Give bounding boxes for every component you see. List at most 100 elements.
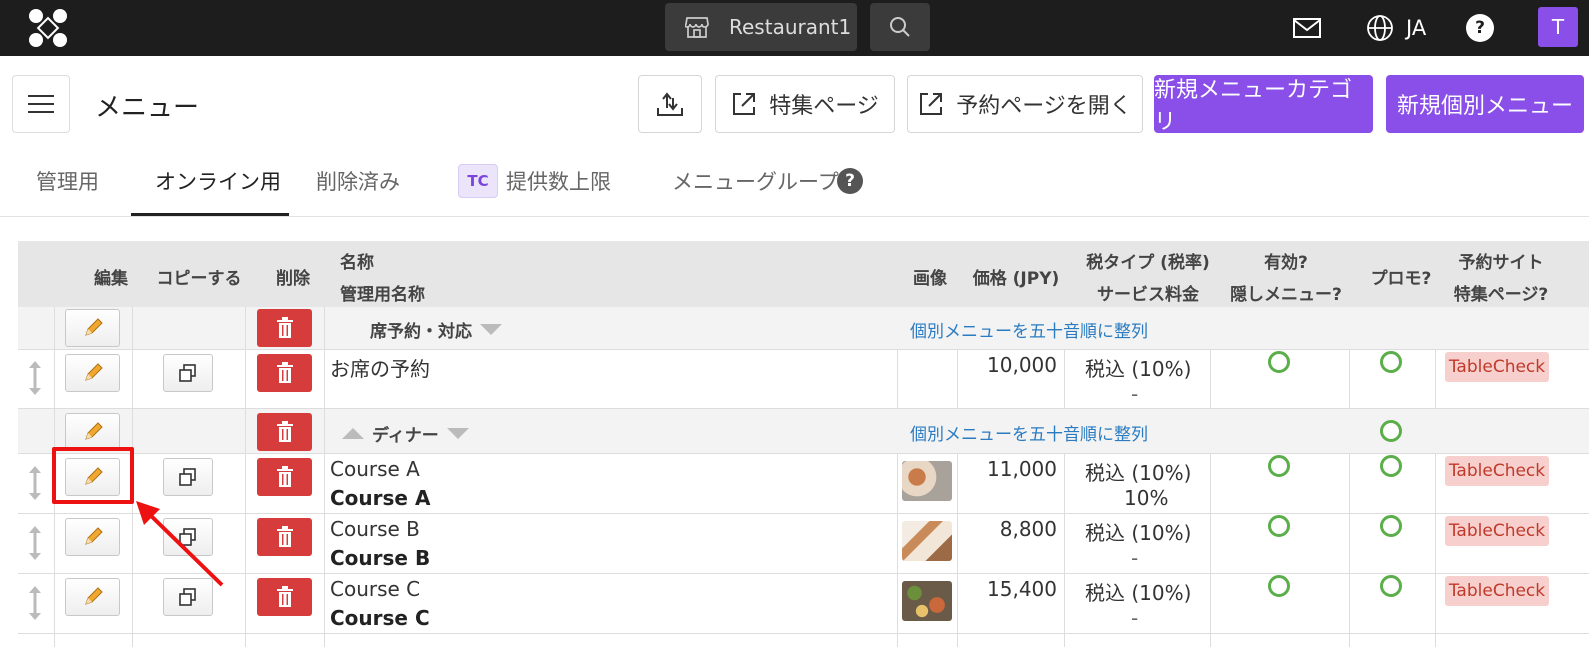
promo-indicator <box>1380 515 1402 537</box>
tc-badge: TC <box>458 164 498 198</box>
external-link-icon <box>733 93 756 115</box>
active-indicator <box>1268 575 1290 597</box>
app-logo[interactable] <box>28 8 68 48</box>
delete-category-button[interactable] <box>257 413 312 451</box>
new-menu-item-button[interactable]: 新規個別メニュー <box>1386 75 1584 133</box>
help-icon: ? <box>1466 14 1494 42</box>
column-divider <box>1349 349 1350 409</box>
trash-icon <box>276 466 293 487</box>
col-feature-page: 特集ページ? <box>1453 285 1549 305</box>
category-row: 席予約・対応 個別メニューを五十音順に整列 <box>18 307 1589 350</box>
highlight-box <box>52 447 134 504</box>
globe-icon <box>1367 15 1393 41</box>
active-indicator <box>1268 455 1290 477</box>
column-divider <box>1435 454 1436 647</box>
booking-site-tag: TableCheck <box>1445 576 1549 606</box>
delete-item-button[interactable] <box>257 578 312 616</box>
promo-indicator <box>1380 575 1402 597</box>
edit-category-button[interactable] <box>65 309 120 347</box>
edit-item-button[interactable] <box>65 518 120 556</box>
item-service-charge: 10% <box>1124 486 1169 510</box>
item-price: 10,000 <box>987 353 1057 377</box>
booking-site-tag: TableCheck <box>1445 456 1549 486</box>
drag-handle-icon[interactable] <box>28 526 42 560</box>
tab-serving-limit[interactable]: 提供数上限 <box>506 166 611 196</box>
promo-indicator <box>1380 351 1402 373</box>
column-divider <box>1064 349 1065 409</box>
item-name: Course C <box>330 577 421 601</box>
pencil-icon <box>84 363 103 381</box>
item-tax: 税込 (10%) <box>1085 461 1192 485</box>
table-row: Course C Course C 15,400 税込 (10%) - Tabl… <box>18 574 1589 634</box>
delete-item-button[interactable] <box>257 354 312 392</box>
item-image[interactable] <box>902 581 952 621</box>
delete-item-button[interactable] <box>257 458 312 496</box>
category-name: ディナー <box>342 421 469 446</box>
category-name-text: 席予約・対応 <box>370 322 472 342</box>
column-divider <box>957 454 958 647</box>
sort-items-link[interactable]: 個別メニューを五十音順に整列 <box>910 420 1148 445</box>
new-menu-category-button[interactable]: 新規メニューカテゴリ <box>1154 75 1373 135</box>
open-reservation-page-button[interactable]: 予約ページを開く <box>907 75 1143 133</box>
column-divider <box>1210 454 1211 647</box>
import-export-button[interactable] <box>638 75 702 133</box>
col-active: 有効? <box>1264 253 1308 273</box>
item-price: 8,800 <box>999 517 1057 541</box>
edit-item-button[interactable] <box>65 354 120 392</box>
trash-icon <box>276 586 293 607</box>
tab-admin[interactable]: 管理用 <box>36 166 99 196</box>
sort-items-link[interactable]: 個別メニューを五十音順に整列 <box>910 317 1148 342</box>
menu-toggle-button[interactable] <box>12 75 70 133</box>
column-divider <box>957 349 958 409</box>
avatar[interactable]: T <box>1538 7 1578 47</box>
language-label: JA <box>1406 16 1427 40</box>
column-divider <box>897 454 898 647</box>
drag-handle-icon[interactable] <box>28 361 42 395</box>
column-divider <box>897 349 898 409</box>
table-row: Course A Course A 11,000 税込 (10%) 10% Ta… <box>18 454 1589 514</box>
upload-download-icon <box>657 92 683 116</box>
active-indicator <box>1268 351 1290 373</box>
column-divider <box>1349 454 1350 647</box>
col-admin-name: 管理用名称 <box>340 285 425 305</box>
col-edit: 編集 <box>94 269 128 289</box>
column-divider <box>245 307 246 647</box>
copy-icon <box>179 468 196 486</box>
caret-up-icon[interactable] <box>342 428 364 439</box>
column-divider <box>1064 454 1065 647</box>
search-button[interactable] <box>870 3 930 51</box>
caret-down-icon[interactable] <box>480 324 502 335</box>
drag-handle-icon[interactable] <box>28 466 42 500</box>
help-button[interactable]: ? <box>1466 12 1494 44</box>
mail-button[interactable] <box>1293 12 1321 44</box>
item-image[interactable] <box>902 461 952 501</box>
page-title: メニュー <box>95 93 200 123</box>
tab-deleted[interactable]: 削除済み <box>316 166 400 196</box>
drag-handle-icon[interactable] <box>28 586 42 620</box>
hamburger-icon <box>28 95 54 113</box>
edit-item-button[interactable] <box>65 578 120 616</box>
venue-name: Restaurant1 <box>729 15 852 39</box>
trash-icon <box>276 317 293 338</box>
feature-page-label: 特集ページ <box>769 94 879 119</box>
tabs-help-icon[interactable]: ? <box>837 168 863 194</box>
pencil-icon <box>84 527 103 545</box>
item-image[interactable] <box>902 521 952 561</box>
copy-item-button[interactable] <box>163 354 213 392</box>
caret-down-icon[interactable] <box>446 428 469 439</box>
col-image: 画像 <box>913 269 947 289</box>
trash-icon <box>276 421 293 442</box>
venue-selector[interactable]: Restaurant1 <box>665 3 857 51</box>
language-selector[interactable]: JA <box>1366 12 1426 44</box>
col-delete: 削除 <box>276 269 310 289</box>
tab-online[interactable]: オンライン用 <box>155 166 281 196</box>
trash-icon <box>276 526 293 547</box>
feature-page-button[interactable]: 特集ページ <box>715 75 895 133</box>
active-tab-indicator <box>131 213 289 216</box>
delete-item-button[interactable] <box>257 518 312 556</box>
copy-item-button[interactable] <box>163 458 213 496</box>
edit-category-button[interactable] <box>65 413 120 451</box>
delete-category-button[interactable] <box>257 309 312 347</box>
mail-icon <box>1293 18 1321 38</box>
tab-menu-group[interactable]: メニューグループ <box>672 166 839 196</box>
